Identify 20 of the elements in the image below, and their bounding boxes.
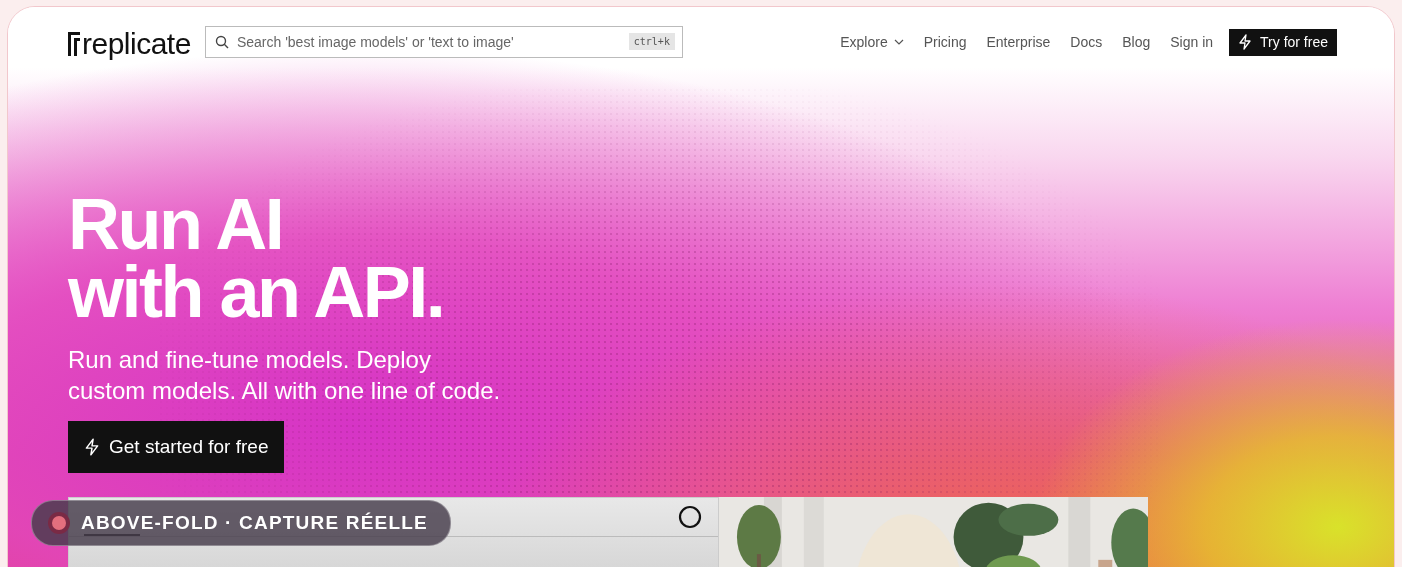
try-free-button[interactable]: Try for free [1229,28,1337,56]
nav-link[interactable]: Docs [1070,34,1103,50]
record-dot-icon [48,512,70,534]
nav-link[interactable]: Enterprise [986,34,1051,50]
explore-menu[interactable]: Explore [840,34,904,50]
nav-link[interactable]: Pricing [923,34,967,50]
hero-heading: with an API. [68,258,444,326]
get-started-button[interactable]: Get started for free [68,421,285,473]
hero-subtitle: Run and fine-tune models. Deploy custom models. All with one line of code. [68,345,502,406]
circle-icon[interactable] [677,505,702,529]
badge-label: ABOVE-FOLD · CAPTURE RÉELLE [81,512,428,534]
nav-link[interactable]: Sign in [1170,34,1214,50]
lightning-icon [84,438,100,456]
lightning-icon [1238,34,1253,50]
chevron-down-icon [893,39,904,45]
nav-link[interactable]: Blog [1122,34,1151,50]
hero-heading: Run AI [68,190,283,258]
search-icon [214,35,229,49]
shortcut-hint: ctrl+k [628,33,675,50]
logo-icon [68,31,80,56]
